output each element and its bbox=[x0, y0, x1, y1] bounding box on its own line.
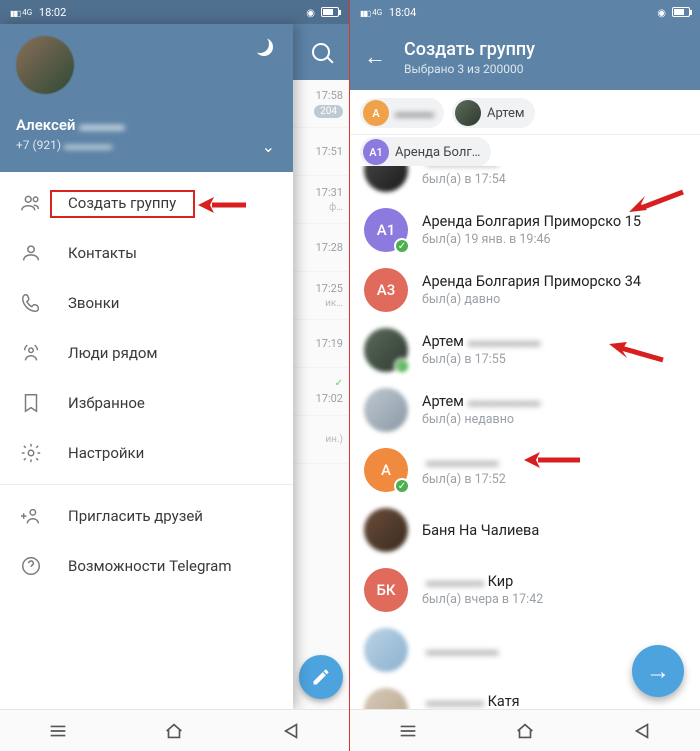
contact-name: Аренда Болгария Приморско 15 bbox=[422, 213, 641, 230]
contact-status: был(а) недавно bbox=[422, 412, 540, 427]
nav-back-icon[interactable] bbox=[280, 720, 302, 742]
phone-icon bbox=[20, 292, 42, 314]
contact-avatar bbox=[364, 688, 408, 709]
contact-avatar: А3 bbox=[364, 268, 408, 312]
menu-calls[interactable]: Звонки bbox=[0, 278, 293, 328]
contact-name: Баня На Чалиева bbox=[422, 522, 539, 539]
menu-label: Пригласить друзей bbox=[68, 507, 203, 525]
contact-avatar bbox=[364, 628, 408, 672]
contact-avatar: ✓ bbox=[364, 328, 408, 372]
contact-status: был(а) в 17:52 bbox=[422, 472, 506, 487]
contact-row[interactable]: А3 Аренда Болгария Приморско 34 был(а) дав… bbox=[350, 260, 700, 320]
check-icon: ✓ bbox=[394, 358, 410, 374]
gear-icon bbox=[20, 442, 42, 464]
chip-label: Аренда Болг… bbox=[395, 145, 481, 160]
contact-status: был(а) давно bbox=[422, 292, 641, 307]
chat-list-partial: 17:58204 17:51 17:31ф… 17:28 17:25ик… 17… bbox=[293, 24, 349, 709]
menu-faq[interactable]: Возможности Telegram bbox=[0, 541, 293, 591]
bookmark-icon bbox=[20, 392, 42, 414]
contact-name: ▬▬▬▬ Кир bbox=[422, 573, 543, 590]
contact-name: ▬▬▬▬ Катя bbox=[422, 693, 554, 709]
menu-label: Звонки bbox=[68, 294, 119, 312]
nav-recent-icon[interactable] bbox=[397, 720, 419, 742]
menu-label: Возможности Telegram bbox=[68, 557, 232, 575]
contact-status: был(а) вчера в 17:42 bbox=[422, 592, 543, 607]
contact-list[interactable]: ▬▬▬▬▬ был(а) в 17:54 А1✓ Аренда Болгария Пр… bbox=[350, 166, 700, 709]
check-icon: ✓ bbox=[394, 478, 410, 494]
menu-new-group[interactable]: Создать группу bbox=[0, 178, 293, 228]
contact-status: был(а) 19 янв. в 19:46 bbox=[422, 232, 641, 247]
menu-nearby[interactable]: Люди рядом bbox=[0, 328, 293, 378]
nav-recent-icon[interactable] bbox=[47, 720, 69, 742]
contact-row[interactable]: А✓ ▬▬▬▬▬ был(а) в 17:52 bbox=[350, 440, 700, 500]
nav-home-icon[interactable] bbox=[163, 720, 185, 742]
status-time: 18:02 bbox=[39, 6, 66, 19]
contact-row[interactable]: А1✓ Аренда Болгария Приморско 15 был(а) 19… bbox=[350, 200, 700, 260]
group-icon bbox=[20, 192, 42, 214]
contact-avatar: БК bbox=[364, 568, 408, 612]
check-icon: ✓ bbox=[394, 238, 410, 254]
contact-name: Артем▬▬▬▬▬ bbox=[422, 393, 540, 410]
contact-name: ▬▬▬▬▬ bbox=[422, 453, 506, 470]
contact-avatar: А✓ bbox=[364, 448, 408, 492]
chip[interactable]: А▬▬▬ bbox=[360, 98, 444, 128]
chip-avatar: А1 bbox=[363, 139, 389, 165]
chip-avatar bbox=[455, 100, 481, 126]
contact-row[interactable]: БК ▬▬▬▬ Кир был(а) вчера в 17:42 bbox=[350, 560, 700, 620]
nearby-icon bbox=[20, 342, 42, 364]
contact-name: Артем▬▬▬▬▬ bbox=[422, 333, 540, 350]
contact-avatar bbox=[364, 508, 408, 552]
menu-contacts[interactable]: Контакты bbox=[0, 228, 293, 278]
drawer-header[interactable]: Алексей▬▬▬ +7 (921)▬▬▬▬ ⌄ bbox=[0, 24, 293, 172]
navigation-drawer: Алексей▬▬▬ +7 (921)▬▬▬▬ ⌄ Создать группу… bbox=[0, 24, 293, 709]
back-icon[interactable]: ← bbox=[364, 44, 386, 70]
contact-status: был(а) в 17:55 bbox=[422, 352, 540, 367]
contact-avatar bbox=[364, 166, 408, 192]
contact-avatar bbox=[364, 388, 408, 432]
chip-label: Артем bbox=[487, 106, 525, 121]
chip-avatar: А bbox=[363, 100, 389, 126]
user-phone: +7 (921) bbox=[16, 138, 61, 152]
menu-settings[interactable]: Настройки bbox=[0, 428, 293, 478]
menu-label: Избранное bbox=[68, 394, 145, 412]
status-time: 18:04 bbox=[389, 6, 416, 19]
nav-home-icon[interactable] bbox=[514, 720, 536, 742]
next-fab[interactable]: → bbox=[632, 645, 684, 697]
user-name: Алексей bbox=[16, 116, 75, 134]
menu-label: Люди рядом bbox=[68, 344, 158, 362]
contact-row[interactable]: ✓ Артем▬▬▬▬▬ был(а) в 17:55 bbox=[350, 320, 700, 380]
contact-name: Аренда Болгария Приморско 34 bbox=[422, 273, 641, 290]
chip[interactable]: Артем bbox=[452, 98, 535, 128]
contact-row[interactable]: ▬▬▬▬▬ был(а) в 17:54 bbox=[350, 166, 700, 200]
contact-row[interactable]: Баня На Чалиева bbox=[350, 500, 700, 560]
status-bar: 4G 18:04 bbox=[350, 0, 700, 24]
menu-label: Настройки bbox=[68, 444, 144, 462]
night-mode-icon[interactable] bbox=[255, 38, 275, 58]
contact-name: ▬▬▬▬▬ bbox=[422, 642, 499, 659]
new-message-fab[interactable] bbox=[299, 655, 343, 699]
invite-icon bbox=[20, 505, 42, 527]
chip[interactable]: А1 Аренда Болг… bbox=[360, 137, 491, 167]
system-nav-bar bbox=[350, 709, 700, 751]
menu-label: Контакты bbox=[68, 244, 137, 262]
help-icon bbox=[20, 555, 42, 577]
contact-avatar: А1✓ bbox=[364, 208, 408, 252]
menu-label: Создать группу bbox=[68, 194, 176, 212]
contact-name: ▬▬▬▬▬ bbox=[422, 166, 506, 170]
status-bar: 4G 18:02 bbox=[0, 0, 349, 24]
nav-back-icon[interactable] bbox=[631, 720, 653, 742]
search-icon[interactable] bbox=[293, 24, 349, 80]
person-icon bbox=[20, 242, 42, 264]
page-title: Создать группу bbox=[404, 39, 535, 60]
menu-saved[interactable]: Избранное bbox=[0, 378, 293, 428]
contact-row[interactable]: Артем▬▬▬▬▬ был(а) недавно bbox=[350, 380, 700, 440]
selected-chips: А▬▬▬ Артем bbox=[350, 90, 700, 135]
system-nav-bar bbox=[0, 709, 349, 751]
create-group-header: ← Создать группу Выбрано 3 из 200000 bbox=[350, 24, 700, 90]
chevron-down-icon[interactable]: ⌄ bbox=[262, 137, 275, 156]
avatar[interactable] bbox=[16, 36, 74, 94]
menu-invite[interactable]: Пригласить друзей bbox=[0, 491, 293, 541]
selection-count: Выбрано 3 из 200000 bbox=[404, 62, 535, 76]
contact-status: был(а) в 17:54 bbox=[422, 172, 506, 187]
